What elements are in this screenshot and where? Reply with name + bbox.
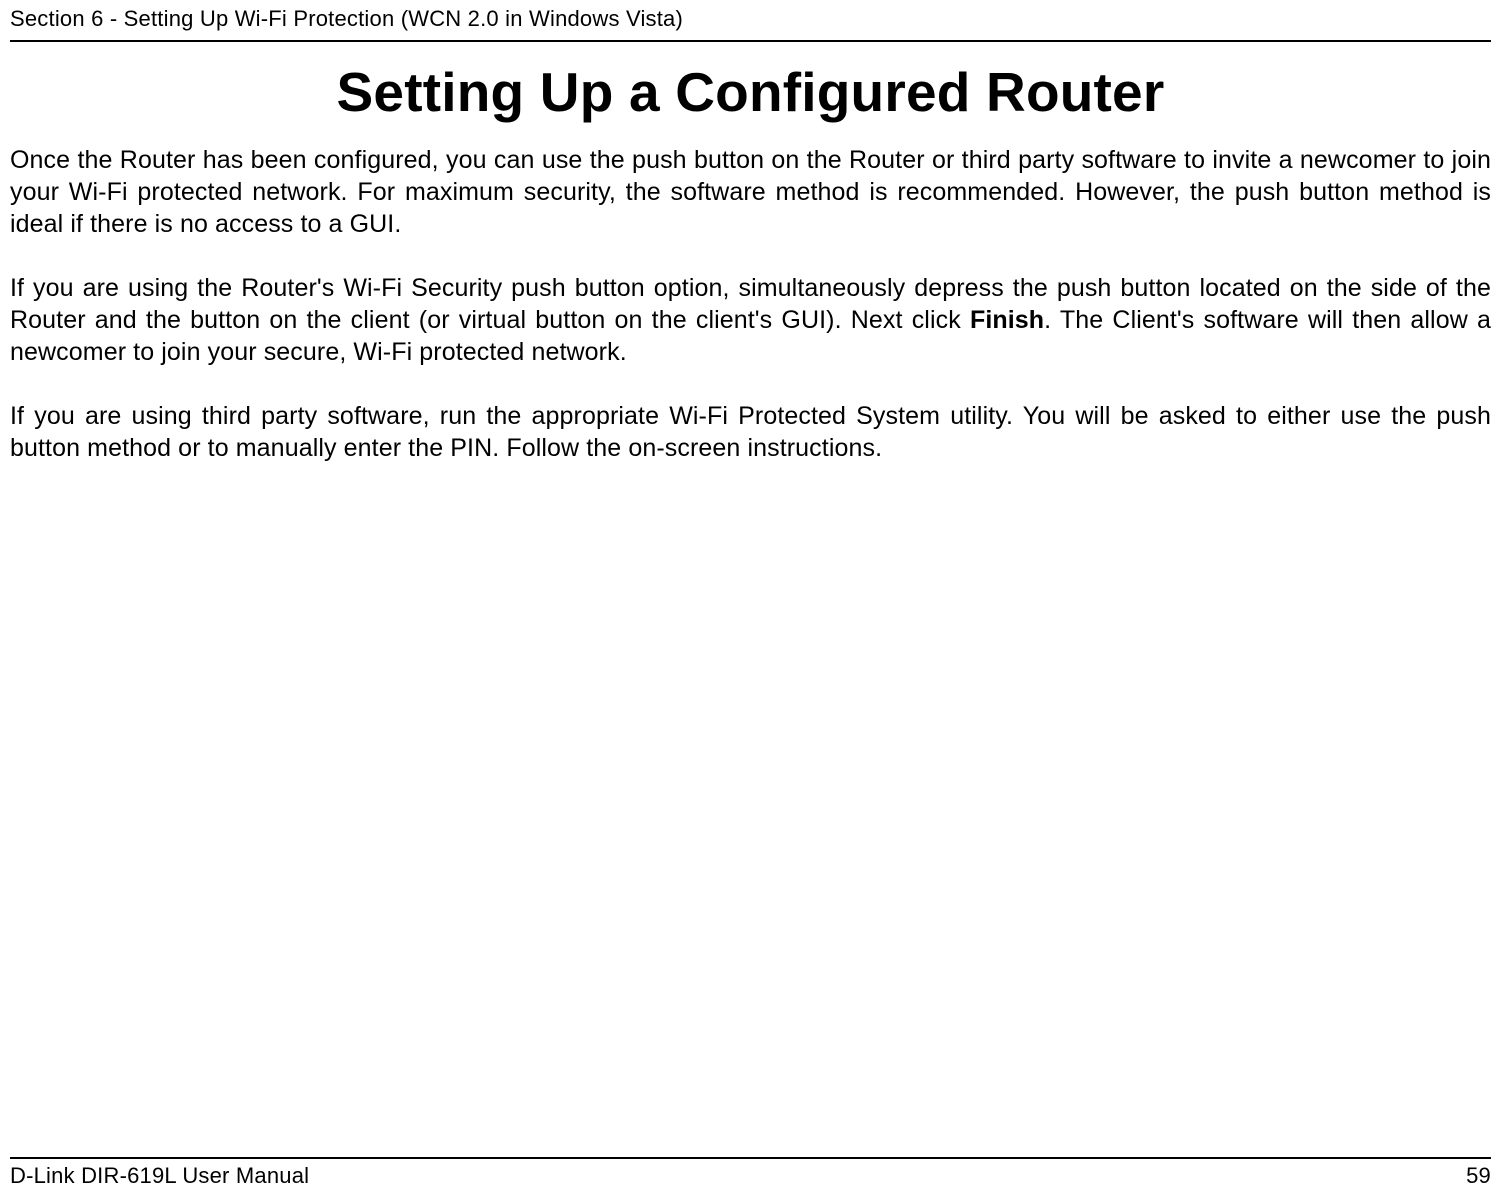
page-footer: D-Link DIR-619L User Manual 59 [10,1157,1491,1193]
paragraph-3: If you are using third party software, r… [10,400,1491,464]
page-title: Setting Up a Configured Router [10,60,1491,124]
paragraph-gap [10,368,1491,400]
footer-row: D-Link DIR-619L User Manual 59 [10,1159,1491,1193]
paragraph-2: If you are using the Router's Wi-Fi Secu… [10,272,1491,368]
paragraph-1: Once the Router has been configured, you… [10,144,1491,240]
section-header: Section 6 - Setting Up Wi-Fi Protection … [10,0,1491,40]
manual-label: D-Link DIR-619L User Manual [10,1163,309,1189]
document-page: Section 6 - Setting Up Wi-Fi Protection … [0,0,1501,1193]
paragraph-2-bold: Finish [970,306,1044,334]
page-number: 59 [1466,1163,1491,1189]
paragraph-gap [10,240,1491,272]
header-divider [10,40,1491,42]
